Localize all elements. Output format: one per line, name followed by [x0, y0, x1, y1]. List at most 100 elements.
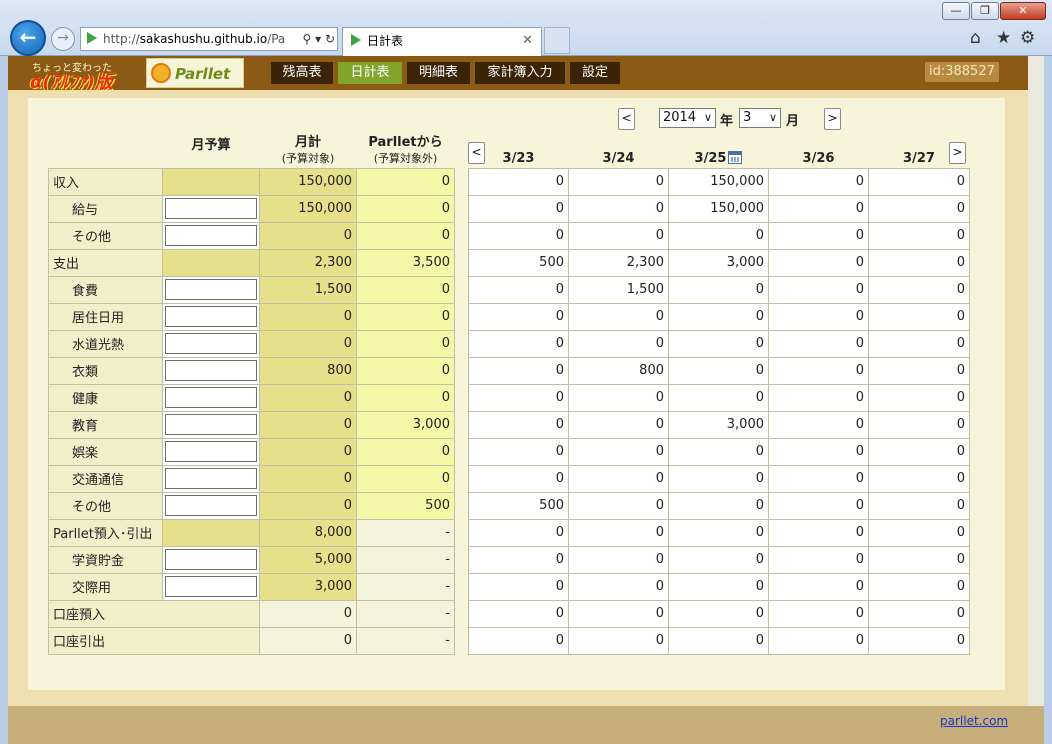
day-value-cell[interactable]: 3,000 [668, 410, 769, 439]
budget-input[interactable] [165, 549, 257, 570]
day-value-cell[interactable]: 0 [468, 464, 569, 493]
day-value-cell[interactable]: 0 [868, 302, 970, 331]
day-value-cell[interactable]: 0 [568, 545, 669, 574]
day-value-cell[interactable]: 0 [468, 329, 569, 358]
day-value-cell[interactable]: 0 [568, 464, 669, 493]
day-value-cell[interactable]: 0 [568, 194, 669, 223]
day-value-cell[interactable]: 0 [468, 167, 569, 196]
day-value-cell[interactable]: 0 [768, 410, 869, 439]
day-value-cell[interactable]: 0 [468, 626, 569, 655]
day-value-cell[interactable]: 150,000 [668, 167, 769, 196]
nav-detail-table[interactable]: 明細表 [407, 62, 470, 84]
day-value-cell[interactable]: 0 [868, 329, 970, 358]
day-value-cell[interactable]: 0 [668, 329, 769, 358]
nav-balance-sheet[interactable]: 残高表 [271, 62, 333, 84]
budget-input[interactable] [165, 441, 257, 462]
day-value-cell[interactable]: 0 [468, 383, 569, 412]
day-value-cell[interactable]: 0 [568, 626, 669, 655]
day-value-cell[interactable]: 0 [668, 383, 769, 412]
budget-input[interactable] [165, 279, 257, 300]
day-value-cell[interactable]: 0 [868, 275, 970, 304]
window-maximize-button[interactable]: ❐ [971, 2, 999, 20]
day-value-cell[interactable]: 0 [868, 464, 970, 493]
footer-parllet-link[interactable]: parllet.com [940, 714, 1008, 728]
day-value-cell[interactable]: 0 [468, 437, 569, 466]
nav-daily-table[interactable]: 日計表 [338, 62, 402, 84]
new-tab-button[interactable] [544, 27, 570, 54]
budget-input[interactable] [165, 306, 257, 327]
day-value-cell[interactable]: 0 [868, 356, 970, 385]
tab-close-icon[interactable]: ✕ [522, 28, 533, 54]
day-value-cell[interactable]: 500 [468, 248, 569, 277]
day-value-cell[interactable]: 0 [568, 491, 669, 520]
day-value-cell[interactable]: 0 [668, 356, 769, 385]
day-value-cell[interactable]: 0 [868, 248, 970, 277]
day-value-cell[interactable]: 0 [768, 302, 869, 331]
day-value-cell[interactable]: 0 [768, 383, 869, 412]
day-value-cell[interactable]: 0 [468, 194, 569, 223]
budget-input[interactable] [165, 468, 257, 489]
address-bar[interactable]: http://sakashushu.github.io/Pa ⚲ ▾ ↻ [80, 27, 338, 51]
day-value-cell[interactable]: 0 [868, 518, 970, 547]
day-value-cell[interactable]: 0 [768, 329, 869, 358]
day-value-cell[interactable]: 0 [768, 518, 869, 547]
parllet-logo[interactable]: Parllet [146, 58, 244, 88]
budget-input[interactable] [165, 333, 257, 354]
day-value-cell[interactable]: 0 [468, 302, 569, 331]
day-value-cell[interactable]: 0 [768, 167, 869, 196]
budget-input[interactable] [165, 414, 257, 435]
day-value-cell[interactable]: 0 [668, 275, 769, 304]
day-value-cell[interactable]: 0 [868, 491, 970, 520]
day-value-cell[interactable]: 0 [768, 572, 869, 601]
day-value-cell[interactable]: 0 [668, 464, 769, 493]
day-value-cell[interactable]: 0 [468, 275, 569, 304]
day-value-cell[interactable]: 0 [768, 545, 869, 574]
back-arrow-icon[interactable]: ← [10, 20, 46, 56]
day-value-cell[interactable]: 0 [768, 491, 869, 520]
budget-input[interactable] [165, 225, 257, 246]
day-value-cell[interactable]: 0 [668, 599, 769, 628]
day-value-cell[interactable]: 0 [568, 437, 669, 466]
day-value-cell[interactable]: 0 [468, 410, 569, 439]
day-value-cell[interactable]: 500 [468, 491, 569, 520]
budget-input[interactable] [165, 495, 257, 516]
favorites-star-icon[interactable]: ★ [996, 28, 1011, 48]
day-value-cell[interactable]: 0 [768, 275, 869, 304]
day-value-cell[interactable]: 0 [868, 383, 970, 412]
day-value-cell[interactable]: 0 [868, 194, 970, 223]
day-value-cell[interactable]: 0 [668, 437, 769, 466]
day-value-cell[interactable]: 0 [568, 518, 669, 547]
day-value-cell[interactable]: 0 [868, 437, 970, 466]
day-value-cell[interactable]: 0 [568, 572, 669, 601]
day-value-cell[interactable]: 2,300 [568, 248, 669, 277]
day-value-cell[interactable]: 0 [868, 221, 970, 250]
day-value-cell[interactable]: 0 [668, 626, 769, 655]
day-value-cell[interactable]: 150,000 [668, 194, 769, 223]
day-value-cell[interactable]: 0 [568, 410, 669, 439]
day-value-cell[interactable]: 0 [568, 329, 669, 358]
day-value-cell[interactable]: 0 [568, 302, 669, 331]
day-value-cell[interactable]: 0 [668, 572, 769, 601]
budget-input[interactable] [165, 198, 257, 219]
search-refresh-icon[interactable]: ⚲ ▾ ↻ [299, 28, 335, 50]
day-value-cell[interactable]: 0 [568, 599, 669, 628]
day-value-cell[interactable]: 1,500 [568, 275, 669, 304]
nav-household-entry[interactable]: 家計簿入力 [475, 62, 565, 84]
day-value-cell[interactable]: 0 [668, 302, 769, 331]
day-value-cell[interactable]: 0 [768, 626, 869, 655]
nav-settings[interactable]: 設定 [570, 62, 620, 84]
day-value-cell[interactable]: 800 [568, 356, 669, 385]
day-value-cell[interactable]: 0 [468, 572, 569, 601]
day-value-cell[interactable]: 0 [768, 437, 869, 466]
day-value-cell[interactable]: 0 [468, 518, 569, 547]
day-value-cell[interactable]: 0 [768, 599, 869, 628]
window-close-button[interactable]: ✕ [1000, 2, 1046, 20]
home-icon[interactable]: ⌂ [970, 28, 981, 48]
day-value-cell[interactable]: 0 [468, 356, 569, 385]
day-value-cell[interactable]: 0 [668, 518, 769, 547]
day-value-cell[interactable]: 0 [568, 383, 669, 412]
forward-arrow-icon[interactable]: → [51, 27, 75, 51]
day-value-cell[interactable]: 0 [868, 167, 970, 196]
day-value-cell[interactable]: 0 [468, 221, 569, 250]
budget-input[interactable] [165, 360, 257, 381]
